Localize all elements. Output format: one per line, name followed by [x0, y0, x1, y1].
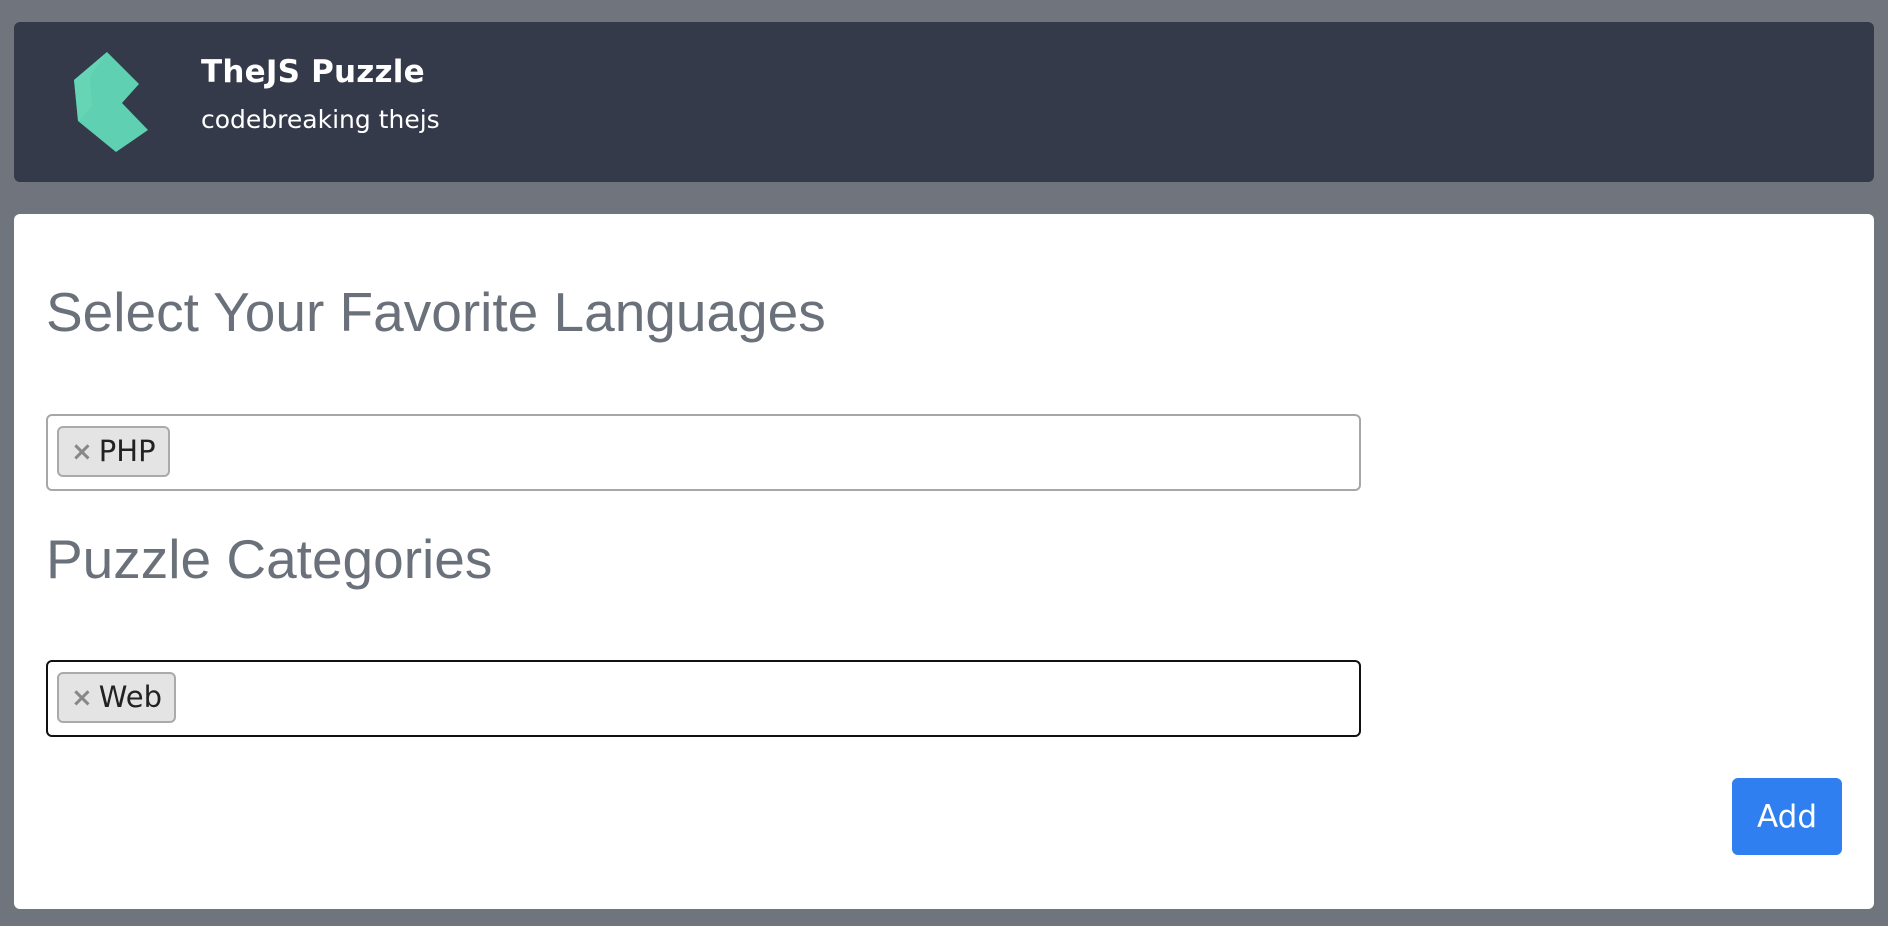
- category-tag-label: Web: [98, 680, 163, 714]
- languages-select[interactable]: × PHP: [46, 414, 1361, 491]
- languages-heading: Select Your Favorite Languages: [46, 281, 826, 343]
- categories-select[interactable]: × Web: [46, 660, 1361, 737]
- app-subtitle: codebreaking thejs: [201, 105, 440, 134]
- remove-tag-icon[interactable]: ×: [71, 439, 93, 465]
- app-header: TheJS Puzzle codebreaking thejs: [14, 22, 1874, 182]
- categories-heading: Puzzle Categories: [46, 528, 493, 590]
- form-panel: Select Your Favorite Languages × PHP Puz…: [14, 214, 1874, 909]
- gem-logo-icon: [70, 52, 150, 152]
- language-tag-label: PHP: [98, 434, 156, 468]
- add-button[interactable]: Add: [1732, 778, 1842, 855]
- language-tag-php: × PHP: [57, 426, 170, 477]
- app-title: TheJS Puzzle: [201, 54, 425, 90]
- category-tag-web: × Web: [57, 672, 177, 723]
- remove-tag-icon[interactable]: ×: [71, 685, 93, 711]
